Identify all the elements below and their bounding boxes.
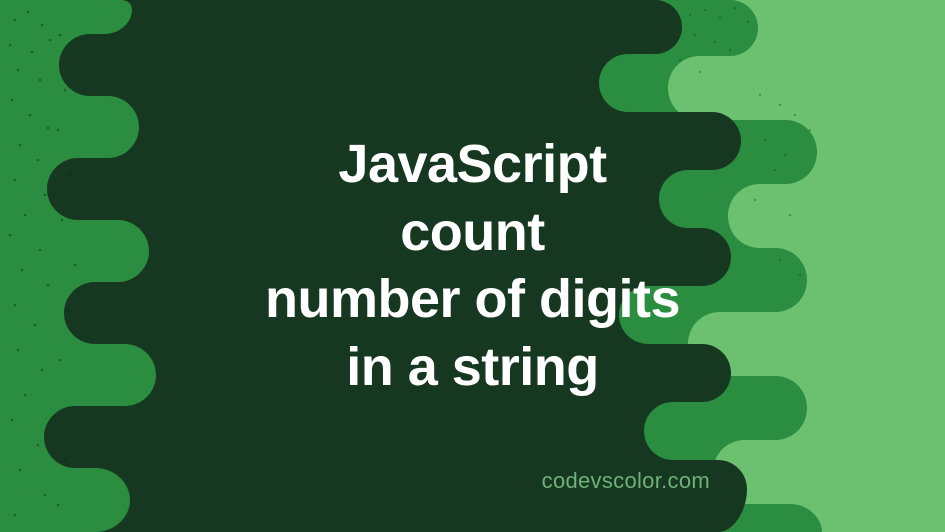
title-line-4: in a string xyxy=(346,337,599,397)
title-line-1: JavaScript xyxy=(338,134,606,194)
title-line-3: number of digits xyxy=(265,269,680,329)
title-line-2: count xyxy=(400,202,544,262)
watermark-text: codevscolor.com xyxy=(542,468,710,494)
content-area: JavaScript count number of digits in a s… xyxy=(0,0,945,532)
main-title: JavaScript count number of digits in a s… xyxy=(265,131,680,401)
